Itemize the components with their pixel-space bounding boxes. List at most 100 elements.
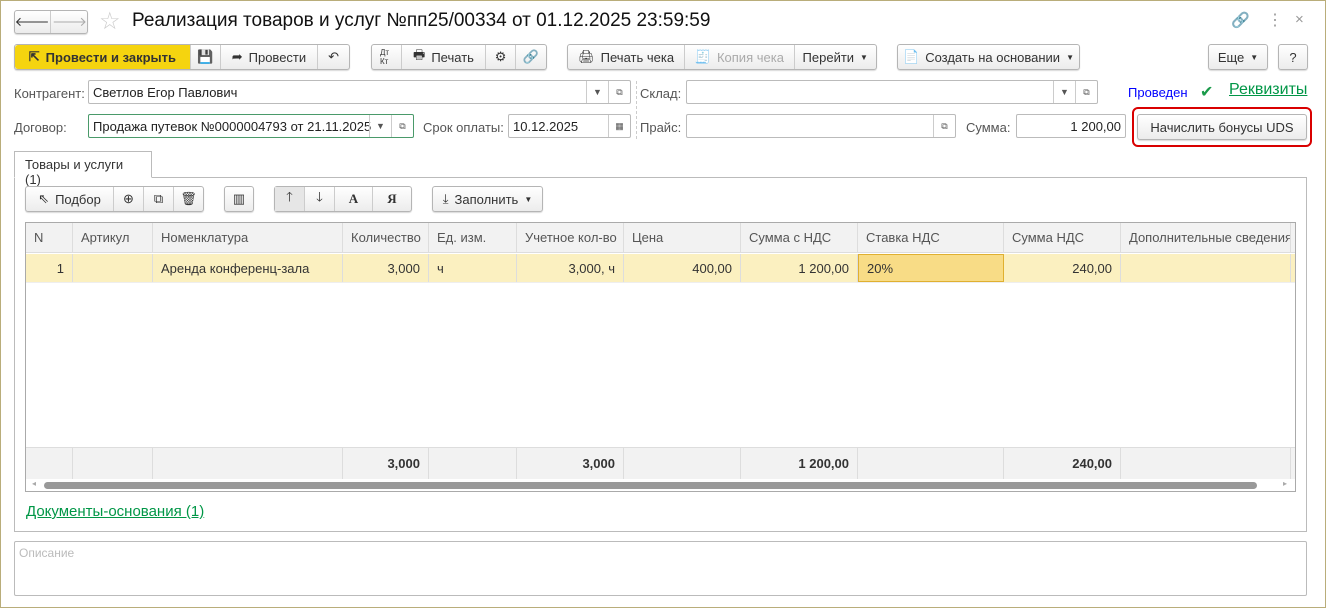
link-icon[interactable]: 🔗	[1231, 11, 1250, 29]
counterparty-field[interactable]: Светлов Егор Павлович ▼ ⧉	[88, 80, 631, 104]
contract-value: Продажа путевок №0000004793 от 21.11.202…	[93, 118, 372, 134]
copy-icon: ⧉	[153, 191, 164, 206]
back-button[interactable]: 🡐	[14, 11, 51, 33]
warehouse-field[interactable]: ▼ ⧉	[686, 80, 1098, 104]
table-cell[interactable]	[429, 448, 517, 479]
column-header[interactable]: Ед. изм.	[429, 223, 517, 252]
dropdown-icon[interactable]: ▼	[369, 115, 391, 137]
table-cell[interactable]	[1121, 448, 1291, 479]
calendar-icon[interactable]: ▦	[608, 115, 630, 137]
gears-icon: ⚙	[494, 49, 507, 64]
column-header[interactable]: Цена	[624, 223, 741, 252]
print-button[interactable]: 🖶 Печать	[402, 45, 487, 69]
table-cell[interactable]	[1121, 254, 1291, 282]
dropdown-icon[interactable]: ▼	[1053, 81, 1075, 103]
column-header[interactable]: Учетное кол-во	[517, 223, 624, 252]
contract-label: Договор:	[14, 120, 67, 135]
table-cell[interactable]: 3,000	[343, 448, 429, 479]
sort-asc-button[interactable]: А	[335, 187, 373, 211]
due-date-label: Срок оплаты:	[423, 120, 504, 135]
print-receipt-button[interactable]: 🖨 Печать чека	[568, 45, 686, 69]
post-button[interactable]: ➦ Провести	[221, 45, 319, 69]
move-down-button[interactable]: 🡓	[305, 187, 335, 211]
copy-row-button[interactable]: ⧉	[144, 187, 174, 211]
table-cell[interactable]: Аренда конференц-зала	[153, 254, 343, 282]
column-header[interactable]: Сумма с НДС	[741, 223, 858, 252]
scroll-right-icon[interactable]: ▸	[1283, 479, 1287, 488]
table-cell[interactable]	[73, 254, 153, 282]
documents-icon: 📄	[903, 49, 920, 64]
requisites-link[interactable]: Реквизиты	[1229, 81, 1307, 99]
table-cell[interactable]	[858, 448, 1004, 479]
table-cell[interactable]	[153, 448, 343, 479]
column-header[interactable]: Ставка НДС	[858, 223, 1004, 252]
table-cell[interactable]: 1 200,00	[741, 254, 858, 282]
description-field[interactable]: Описание	[14, 541, 1307, 596]
close-icon[interactable]: ×	[1295, 11, 1304, 28]
column-header[interactable]: Дополнительные сведения	[1121, 223, 1291, 252]
favorite-star-icon[interactable]: ☆	[99, 7, 121, 36]
goto-dropdown[interactable]: Перейти ▼	[795, 45, 877, 69]
dropdown-icon[interactable]: ▼	[586, 81, 608, 103]
open-icon[interactable]: ⧉	[1075, 81, 1097, 103]
table-cell[interactable]: 1	[26, 254, 73, 282]
column-header[interactable]: N	[26, 223, 73, 252]
column-header[interactable]: Сумма НДС	[1004, 223, 1121, 252]
dt-kt-button[interactable]: Дт Кт	[372, 45, 402, 69]
table-cell[interactable]: 240,00	[1004, 254, 1121, 282]
sum-field[interactable]: 1 200,00	[1016, 114, 1126, 138]
fill-dropdown[interactable]: ⤓ Заполнить ▼	[432, 186, 543, 212]
contract-field[interactable]: Продажа путевок №0000004793 от 21.11.202…	[88, 114, 414, 138]
table-cell[interactable]	[73, 448, 153, 479]
forward-button[interactable]: 🡒	[51, 11, 88, 33]
base-documents-link[interactable]: Документы-основания (1)	[26, 503, 204, 520]
settings-button[interactable]: ⚙	[486, 45, 516, 69]
column-header[interactable]: Количество	[343, 223, 429, 252]
delete-row-button[interactable]: 🗑	[174, 187, 203, 211]
column-header[interactable]: Артикул	[73, 223, 153, 252]
trash-icon: 🗑	[180, 191, 197, 206]
open-icon[interactable]: ⧉	[608, 81, 630, 103]
create-based-on-button[interactable]: 📄 Создать на основании ▼	[897, 44, 1080, 70]
accrue-uds-bonuses-button[interactable]: Начислить бонусы UDS	[1137, 114, 1307, 140]
table-cell[interactable]: 20%	[858, 254, 1004, 282]
receipt-copy-icon: 🧾	[694, 49, 711, 64]
attach-link-button[interactable]: 🔗	[516, 45, 546, 69]
table-cell[interactable]	[624, 448, 741, 479]
arrow-up-icon: 🡑	[286, 189, 293, 204]
more-button[interactable]: Еще ▼	[1208, 44, 1268, 70]
table-cell[interactable]: 3,000	[517, 448, 624, 479]
add-row-button[interactable]: ⊕	[114, 187, 144, 211]
printer-icon: 🖶	[413, 47, 426, 62]
table-row[interactable]: 1 Аренда конференц-зала 3,000 ч 3,000, ч 400,…	[26, 254, 1295, 283]
open-icon[interactable]: ⧉	[391, 115, 413, 137]
save-button[interactable]: 💾	[191, 45, 221, 69]
table-cell[interactable]: 240,00	[1004, 448, 1121, 479]
table-cell[interactable]: 400,00	[624, 254, 741, 282]
table-cell[interactable]: 3,000	[343, 254, 429, 282]
post-and-close-button[interactable]: ⇱ Провести и закрыть	[15, 45, 191, 69]
table-cell[interactable]: ч	[429, 254, 517, 282]
copy-receipt-button[interactable]: 🧾 Копия чека	[685, 45, 795, 69]
table-cell[interactable]: 1 200,00	[741, 448, 858, 479]
table-cell[interactable]: 3,000, ч	[517, 254, 624, 282]
help-button[interactable]: ?	[1278, 44, 1308, 70]
undo-post-button[interactable]: ↶	[318, 45, 349, 69]
pick-button[interactable]: ⇖ Подбор	[26, 187, 114, 211]
due-date-field[interactable]: 10.12.2025 ▦	[508, 114, 631, 138]
horizontal-scrollbar[interactable]: ◂ ▸	[26, 479, 1295, 491]
sort-desc-button[interactable]: Я	[373, 187, 411, 211]
scrollbar-thumb[interactable]	[44, 482, 1257, 489]
dt-kt-icon: Дт Кт	[380, 48, 390, 66]
scroll-left-icon[interactable]: ◂	[32, 479, 36, 488]
table-cell[interactable]	[26, 448, 73, 479]
barcode-button[interactable]: ▥	[224, 186, 254, 212]
tab-goods-services[interactable]: Товары и услуги (1)	[14, 151, 152, 187]
column-header[interactable]: Номенклатура	[153, 223, 343, 252]
table-edit-group: ⇖ Подбор ⊕ ⧉ 🗑	[25, 186, 204, 212]
move-up-button[interactable]: 🡑	[275, 187, 305, 211]
price-list-field[interactable]: ⧉	[686, 114, 956, 138]
sort-group: 🡑 🡓 А Я	[274, 186, 412, 212]
more-menu-icon[interactable]: ⋮	[1267, 10, 1283, 30]
open-icon[interactable]: ⧉	[933, 115, 955, 137]
